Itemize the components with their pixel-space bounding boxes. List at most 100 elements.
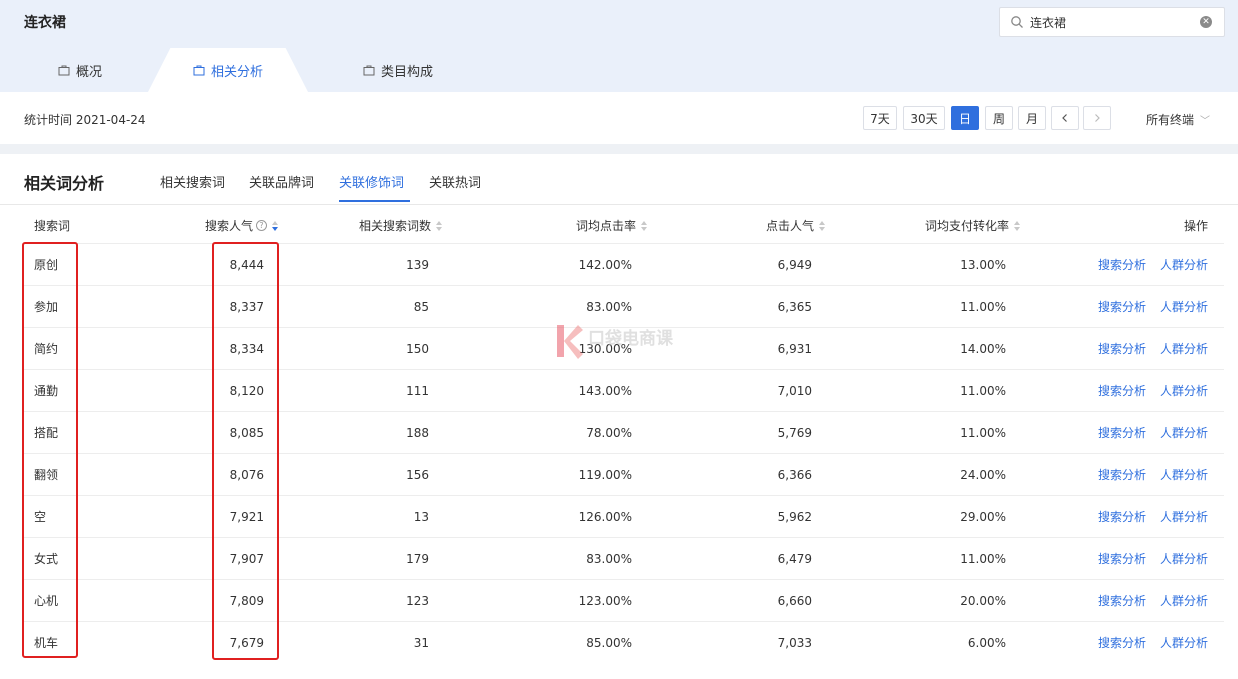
- bag-icon: [58, 65, 70, 76]
- chevron-left-icon: [1062, 114, 1067, 122]
- sort-icon[interactable]: [1014, 220, 1020, 231]
- active-subtab-underline: [339, 200, 410, 202]
- table-row: 原创 8,444 139 142.00% 6,949 13.00% 搜索分析 人群分析: [24, 243, 1224, 285]
- search-analysis-link[interactable]: 搜索分析: [1098, 412, 1146, 454]
- table-row: 空 7,921 13 126.00% 5,962 29.00% 搜索分析 人群分析: [24, 495, 1224, 537]
- bag-icon: [193, 65, 205, 76]
- cell-clicks: 6,479: [777, 552, 812, 566]
- terminal-select[interactable]: 所有终端 ﹀: [1146, 111, 1210, 128]
- search-analysis-link[interactable]: 搜索分析: [1098, 244, 1146, 286]
- cell-ctr: 83.00%: [586, 552, 632, 566]
- audience-analysis-link[interactable]: 人群分析: [1160, 412, 1208, 454]
- cell-related-count: 123: [406, 594, 429, 608]
- table-row: 机车 7,679 31 85.00% 7,033 6.00% 搜索分析 人群分析: [24, 621, 1224, 663]
- audience-analysis-link[interactable]: 人群分析: [1160, 328, 1208, 370]
- cell-cvr: 29.00%: [960, 510, 1006, 524]
- search-analysis-link[interactable]: 搜索分析: [1098, 496, 1146, 538]
- cell-clicks: 5,769: [777, 426, 812, 440]
- table-row: 搭配 8,085 188 78.00% 5,769 11.00% 搜索分析 人群分析: [24, 411, 1224, 453]
- sort-icon[interactable]: [436, 220, 442, 231]
- audience-analysis-link[interactable]: 人群分析: [1160, 244, 1208, 286]
- search-analysis-link[interactable]: 搜索分析: [1098, 538, 1146, 580]
- cell-clicks: 7,033: [777, 636, 812, 650]
- search-analysis-link[interactable]: 搜索分析: [1098, 286, 1146, 328]
- cell-cvr: 24.00%: [960, 468, 1006, 482]
- clear-icon[interactable]: ✕: [1200, 16, 1212, 28]
- cell-related-count: 188: [406, 426, 429, 440]
- cell-related-count: 156: [406, 468, 429, 482]
- cell-clicks: 6,366: [777, 468, 812, 482]
- cell-related-count: 13: [413, 510, 429, 524]
- audience-analysis-link[interactable]: 人群分析: [1160, 538, 1208, 580]
- stat-date: 统计时间 2021-04-24: [24, 113, 146, 127]
- cell-related-count: 111: [406, 384, 429, 398]
- audience-analysis-link[interactable]: 人群分析: [1160, 454, 1208, 496]
- cell-clicks: 6,660: [777, 594, 812, 608]
- col-header-clicks[interactable]: 点击人气: [700, 217, 825, 234]
- prev-date-button[interactable]: [1051, 106, 1079, 130]
- help-icon[interactable]: ?: [256, 220, 267, 231]
- cell-related-count: 150: [406, 342, 429, 356]
- audience-analysis-link[interactable]: 人群分析: [1160, 370, 1208, 412]
- table-row: 通勤 8,120 111 143.00% 7,010 11.00% 搜索分析 人群分析: [24, 369, 1224, 411]
- search-analysis-link[interactable]: 搜索分析: [1098, 370, 1146, 412]
- col-label: 词均支付转化率: [924, 219, 1009, 233]
- range-month-button[interactable]: 月: [1018, 106, 1046, 130]
- col-label: 词均点击率: [575, 219, 636, 233]
- col-header-cvr[interactable]: 词均支付转化率: [880, 217, 1020, 234]
- next-date-button[interactable]: [1083, 106, 1111, 130]
- table-row: 参加 8,337 85 83.00% 6,365 11.00% 搜索分析 人群分析: [24, 285, 1224, 327]
- cell-ctr: 119.00%: [578, 468, 632, 482]
- range-week-button[interactable]: 周: [985, 106, 1013, 130]
- subtab-related-search[interactable]: 相关搜索词: [160, 172, 225, 191]
- tab-related-analysis[interactable]: 相关分析: [178, 48, 278, 92]
- cell-related-count: 179: [406, 552, 429, 566]
- tab-overview[interactable]: 概况: [30, 48, 130, 92]
- search-analysis-link[interactable]: 搜索分析: [1098, 580, 1146, 622]
- cell-related-count: 139: [406, 258, 429, 272]
- tab-category-composition[interactable]: 类目构成: [348, 48, 448, 92]
- subtab-modifier[interactable]: 关联修饰词: [339, 172, 404, 191]
- col-header-popularity[interactable]: 搜索人气 ?: [160, 217, 278, 234]
- col-header-related-count[interactable]: 相关搜索词数: [310, 217, 442, 234]
- table-row: 心机 7,809 123 123.00% 6,660 20.00% 搜索分析 人群分析: [24, 579, 1224, 621]
- chevron-right-icon: [1095, 114, 1100, 122]
- related-words-card: 相关词分析 相关搜索词 关联品牌词 关联修饰词 关联热词 搜索词 搜索人气 ? …: [0, 154, 1238, 679]
- audience-analysis-link[interactable]: 人群分析: [1160, 622, 1208, 664]
- col-label: 相关搜索词数: [358, 219, 431, 233]
- range-day-button[interactable]: 日: [951, 106, 979, 130]
- divider: [0, 204, 1238, 205]
- col-label: 操作: [1183, 219, 1208, 233]
- cell-cvr: 11.00%: [960, 426, 1006, 440]
- col-label: 点击人气: [765, 219, 814, 233]
- subtab-brand[interactable]: 关联品牌词: [249, 172, 314, 191]
- col-header-ctr[interactable]: 词均点击率: [510, 217, 647, 234]
- tab-label: 类目构成: [380, 64, 433, 80]
- search-analysis-link[interactable]: 搜索分析: [1098, 454, 1146, 496]
- audience-analysis-link[interactable]: 人群分析: [1160, 286, 1208, 328]
- search-analysis-link[interactable]: 搜索分析: [1098, 622, 1146, 664]
- range-7d-button[interactable]: 7天: [863, 106, 897, 130]
- search-analysis-link[interactable]: 搜索分析: [1098, 328, 1146, 370]
- search-input[interactable]: [1030, 13, 1190, 31]
- cell-cvr: 11.00%: [960, 552, 1006, 566]
- sort-icon[interactable]: [641, 220, 647, 231]
- cell-clicks: 6,949: [777, 258, 812, 272]
- col-header-word: 搜索词: [34, 217, 70, 234]
- cell-ctr: 78.00%: [586, 426, 632, 440]
- sort-icon[interactable]: [819, 220, 825, 231]
- sort-icon[interactable]: [272, 220, 278, 231]
- chevron-down-icon: ﹀: [1200, 116, 1211, 127]
- watermark-logo-icon: [557, 325, 583, 359]
- date-bar: 统计时间 2021-04-24 7天 30天 日 周 月 所有终端 ﹀: [0, 92, 1238, 144]
- audience-analysis-link[interactable]: 人群分析: [1160, 580, 1208, 622]
- header: 连衣裙 ✕ 概况 相关分析 类目构成: [0, 0, 1238, 92]
- highlight-box-popularity: [212, 242, 279, 660]
- cell-cvr: 11.00%: [960, 384, 1006, 398]
- search-box[interactable]: ✕: [999, 7, 1225, 37]
- col-header-actions: 操作: [1150, 217, 1208, 234]
- col-label: 搜索人气: [204, 219, 253, 233]
- range-30d-button[interactable]: 30天: [903, 106, 945, 130]
- subtab-hot[interactable]: 关联热词: [429, 172, 481, 191]
- audience-analysis-link[interactable]: 人群分析: [1160, 496, 1208, 538]
